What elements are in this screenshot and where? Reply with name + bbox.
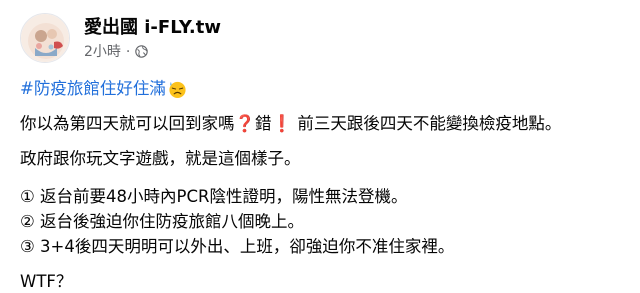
sweat-emoji-icon — [169, 81, 186, 98]
post-line-5: ③ 3+4後四天明明可以外出、上班，卻強迫你不准住家裡。 — [20, 237, 455, 256]
post-line-4: ② 返台後強迫你住防疫旅館八個晚上。 — [20, 212, 305, 231]
post-line-6: WTF？ — [20, 272, 73, 291]
line1-text-b: 錯 — [255, 114, 272, 133]
line1-text-a: 你以為第四天就可以回到家嗎 — [20, 114, 235, 133]
line1-text-c: 前三天跟後四天不能變換檢疫地點。 — [292, 114, 562, 133]
post-header: 愛出國 i-FLY.tw 2小時 · — [20, 10, 221, 66]
page-name[interactable]: 愛出國 i-FLY.tw — [84, 17, 221, 39]
hashtag-text[interactable]: #防疫旅館住好住滿 — [20, 78, 166, 100]
header-text: 愛出國 i-FLY.tw 2小時 · — [84, 17, 221, 60]
avatar-image — [21, 14, 69, 62]
post-line-3: ① 返台前要48小時內PCR陰性證明，陽性無法登機。 — [20, 187, 408, 206]
question-mark-icon: ❓ — [234, 114, 256, 133]
exclamation-mark-icon: ❗ — [271, 114, 293, 133]
post-line-1: 你以為第四天就可以回到家嗎❓錯❗ 前三天跟後四天不能變換檢疫地點。 — [20, 113, 561, 135]
meta-separator: · — [125, 43, 131, 60]
post-meta: 2小時 · — [84, 44, 221, 60]
avatar[interactable] — [20, 13, 70, 63]
post-line-2: 政府跟你玩文字遊戲，就是這個樣子。 — [20, 149, 301, 168]
facebook-post: 愛出國 i-FLY.tw 2小時 · #防疫旅館住好住滿 你以為第四天就可以回到… — [0, 0, 640, 291]
globe-icon[interactable] — [135, 45, 149, 58]
hashtag-link[interactable]: #防疫旅館住好住滿 — [20, 78, 187, 100]
post-timestamp[interactable]: 2小時 — [84, 44, 121, 60]
hashtag-line: #防疫旅館住好住滿 — [20, 78, 187, 100]
